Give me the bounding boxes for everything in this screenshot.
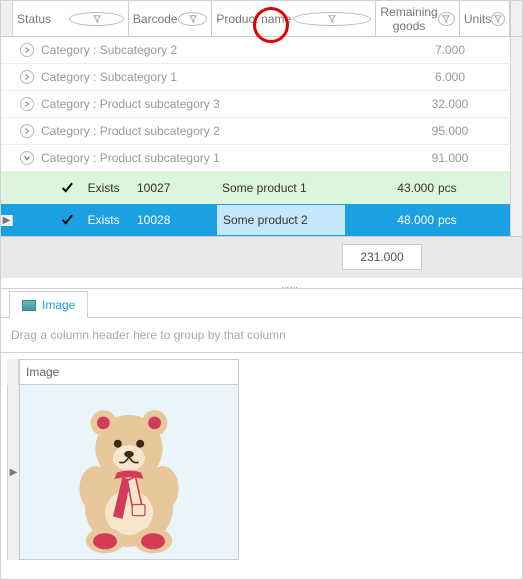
column-header-image[interactable]: Image <box>19 359 239 385</box>
cell-status: Exists <box>51 213 131 227</box>
image-icon <box>22 300 36 311</box>
group-by-zone[interactable]: Drag a column header here to group by th… <box>1 318 522 353</box>
expand-icon[interactable] <box>13 124 41 138</box>
tab-label: Image <box>42 298 75 312</box>
row-indicator-header <box>7 359 19 385</box>
group-label: Category : Subcategory 2 <box>41 43 410 57</box>
group-label: Category : Product subcategory 3 <box>41 97 410 111</box>
teddy-bear-icon <box>49 390 209 555</box>
cell-image <box>19 385 239 560</box>
summary-total: 231.000 <box>342 244 422 270</box>
group-label: Category : Subcategory 1 <box>41 70 410 84</box>
group-summary: 7.000 <box>410 43 510 57</box>
check-icon <box>61 181 74 195</box>
group-row[interactable]: Category : Subcategory 1 6.000 <box>1 64 522 91</box>
cell-units: pcs <box>438 213 478 227</box>
group-summary: 32.000 <box>410 97 510 111</box>
current-row-indicator-icon: ▶ <box>1 215 13 226</box>
header-label: Status <box>17 12 69 26</box>
group-summary: 6.000 <box>410 70 510 84</box>
group-row[interactable]: Category : Product subcategory 1 91.000 <box>1 145 522 172</box>
group-row[interactable]: Category : Product subcategory 3 32.000 <box>1 91 522 118</box>
current-row-indicator-icon: ▶ <box>7 385 19 560</box>
cell-product-name[interactable]: Some product 2 <box>216 204 346 236</box>
column-header-remaining[interactable]: Remaining goods <box>376 1 460 36</box>
splitter-handle[interactable]: ⋯⋯ <box>281 283 299 292</box>
check-icon <box>61 213 74 227</box>
filter-icon[interactable] <box>491 12 505 26</box>
table-row[interactable]: ▶ <box>7 385 516 560</box>
detail-grid: Image ▶ <box>1 353 522 566</box>
group-summary: 95.000 <box>410 124 510 138</box>
filter-icon[interactable] <box>293 12 371 26</box>
header-label: Remaining goods <box>380 5 437 33</box>
cell-barcode: 10028 <box>131 213 216 227</box>
filter-icon[interactable] <box>69 12 123 26</box>
summary-footer: 231.000 <box>1 236 522 278</box>
filter-icon[interactable] <box>178 12 208 26</box>
header-label: Units <box>464 12 491 26</box>
cell-units: pcs <box>438 181 478 195</box>
header-gap <box>510 1 522 36</box>
expand-icon[interactable] <box>13 97 41 111</box>
row-indicator-header <box>1 1 13 36</box>
cell-product-name: Some product 1 <box>216 181 346 195</box>
group-label: Category : Product subcategory 1 <box>41 151 410 165</box>
table-row[interactable]: Exists 10027 Some product 1 43.000 pcs <box>1 172 522 204</box>
master-grid: Status Barcode Product name Remaining go… <box>1 1 522 278</box>
filter-icon[interactable] <box>438 12 455 26</box>
column-header-status[interactable]: Status <box>13 1 129 36</box>
cell-status: Exists <box>51 181 131 195</box>
group-row[interactable]: Category : Subcategory 2 7.000 <box>1 37 522 64</box>
column-header-barcode[interactable]: Barcode <box>129 1 213 36</box>
cell-barcode: 10027 <box>131 181 216 195</box>
column-header-units[interactable]: Units <box>460 1 510 36</box>
cell-remaining: 48.000 <box>346 213 438 227</box>
header-label: Product name <box>216 12 292 26</box>
group-summary: 91.000 <box>410 151 510 165</box>
group-label: Category : Product subcategory 2 <box>41 124 410 138</box>
header-label: Barcode <box>133 12 178 26</box>
column-header-product-name[interactable]: Product name <box>212 1 376 36</box>
detail-header-row: Image <box>7 359 516 385</box>
expand-icon[interactable] <box>13 70 41 84</box>
table-row[interactable]: ▶ Exists 10028 Some product 2 48.000 pcs <box>1 204 522 236</box>
expand-icon[interactable] <box>13 43 41 57</box>
cell-remaining: 43.000 <box>346 181 438 195</box>
column-header-row: Status Barcode Product name Remaining go… <box>1 1 522 37</box>
tab-image[interactable]: Image <box>9 291 88 318</box>
collapse-icon[interactable] <box>13 151 41 165</box>
group-row[interactable]: Category : Product subcategory 2 95.000 <box>1 118 522 145</box>
detail-tab-strip: Image <box>1 288 522 318</box>
